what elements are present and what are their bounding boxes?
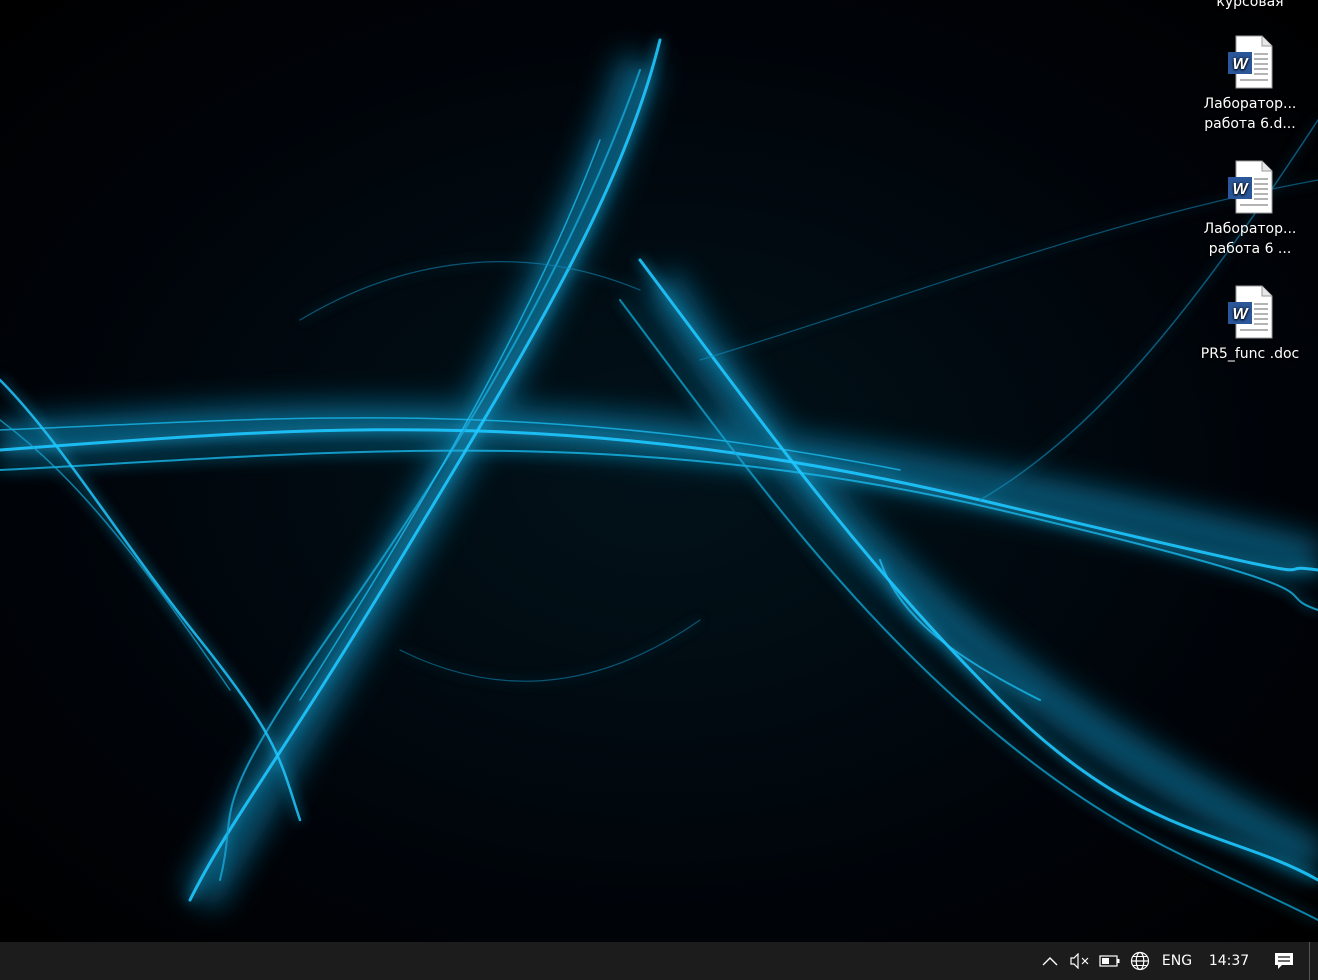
input-language-indicator[interactable]: ENG	[1155, 942, 1199, 980]
desktop-icon-lab-work-6[interactable]: W Лаборатор... работа 6 ...	[1200, 159, 1300, 259]
globe-network-icon	[1130, 951, 1150, 971]
volume-button[interactable]	[1065, 942, 1095, 980]
svg-text:W: W	[1232, 181, 1249, 198]
action-center-icon	[1275, 953, 1293, 969]
taskbar[interactable]: ENG 14:37	[0, 942, 1318, 980]
word-document-icon: W	[1228, 35, 1273, 89]
desktop-icon-label-line1: Лаборатор...	[1203, 221, 1297, 237]
desktop-icon-lab-work-6-d[interactable]: W Лаборатор... работа 6.d...	[1200, 34, 1300, 134]
volume-muted-icon	[1070, 953, 1089, 969]
desktop-icon-kursovaya[interactable]: курсовая	[1200, 0, 1300, 12]
chevron-up-icon	[1042, 957, 1058, 966]
system-tray: ENG 14:37	[1035, 942, 1318, 980]
desktop-icon-label: PR5_func .doc	[1200, 346, 1300, 362]
show-hidden-icons-button[interactable]	[1035, 942, 1065, 980]
svg-text:W: W	[1232, 56, 1249, 73]
desktop-icon-label: курсовая	[1216, 0, 1284, 10]
desktop-icon-pr5-func[interactable]: W PR5_func .doc	[1200, 284, 1300, 364]
battery-button[interactable]	[1095, 942, 1125, 980]
word-document-icon: W	[1228, 160, 1273, 214]
network-button[interactable]	[1125, 942, 1155, 980]
battery-icon	[1099, 955, 1120, 967]
word-document-icon: W	[1228, 285, 1273, 339]
svg-text:W: W	[1232, 306, 1249, 323]
clock[interactable]: 14:37	[1199, 942, 1259, 980]
desktop-icon-label-line1: Лаборатор...	[1203, 96, 1297, 112]
desktop-icon-label-line2: работа 6 ...	[1208, 241, 1292, 257]
show-desktop-button[interactable]	[1309, 942, 1318, 980]
action-center-button[interactable]	[1259, 942, 1309, 980]
desktop-icon-label-line2: работа 6.d...	[1204, 116, 1296, 132]
desktop[interactable]: курсовая W Лаборатор... работа 6.d... W …	[0, 0, 1318, 942]
wallpaper	[0, 38, 1318, 921]
